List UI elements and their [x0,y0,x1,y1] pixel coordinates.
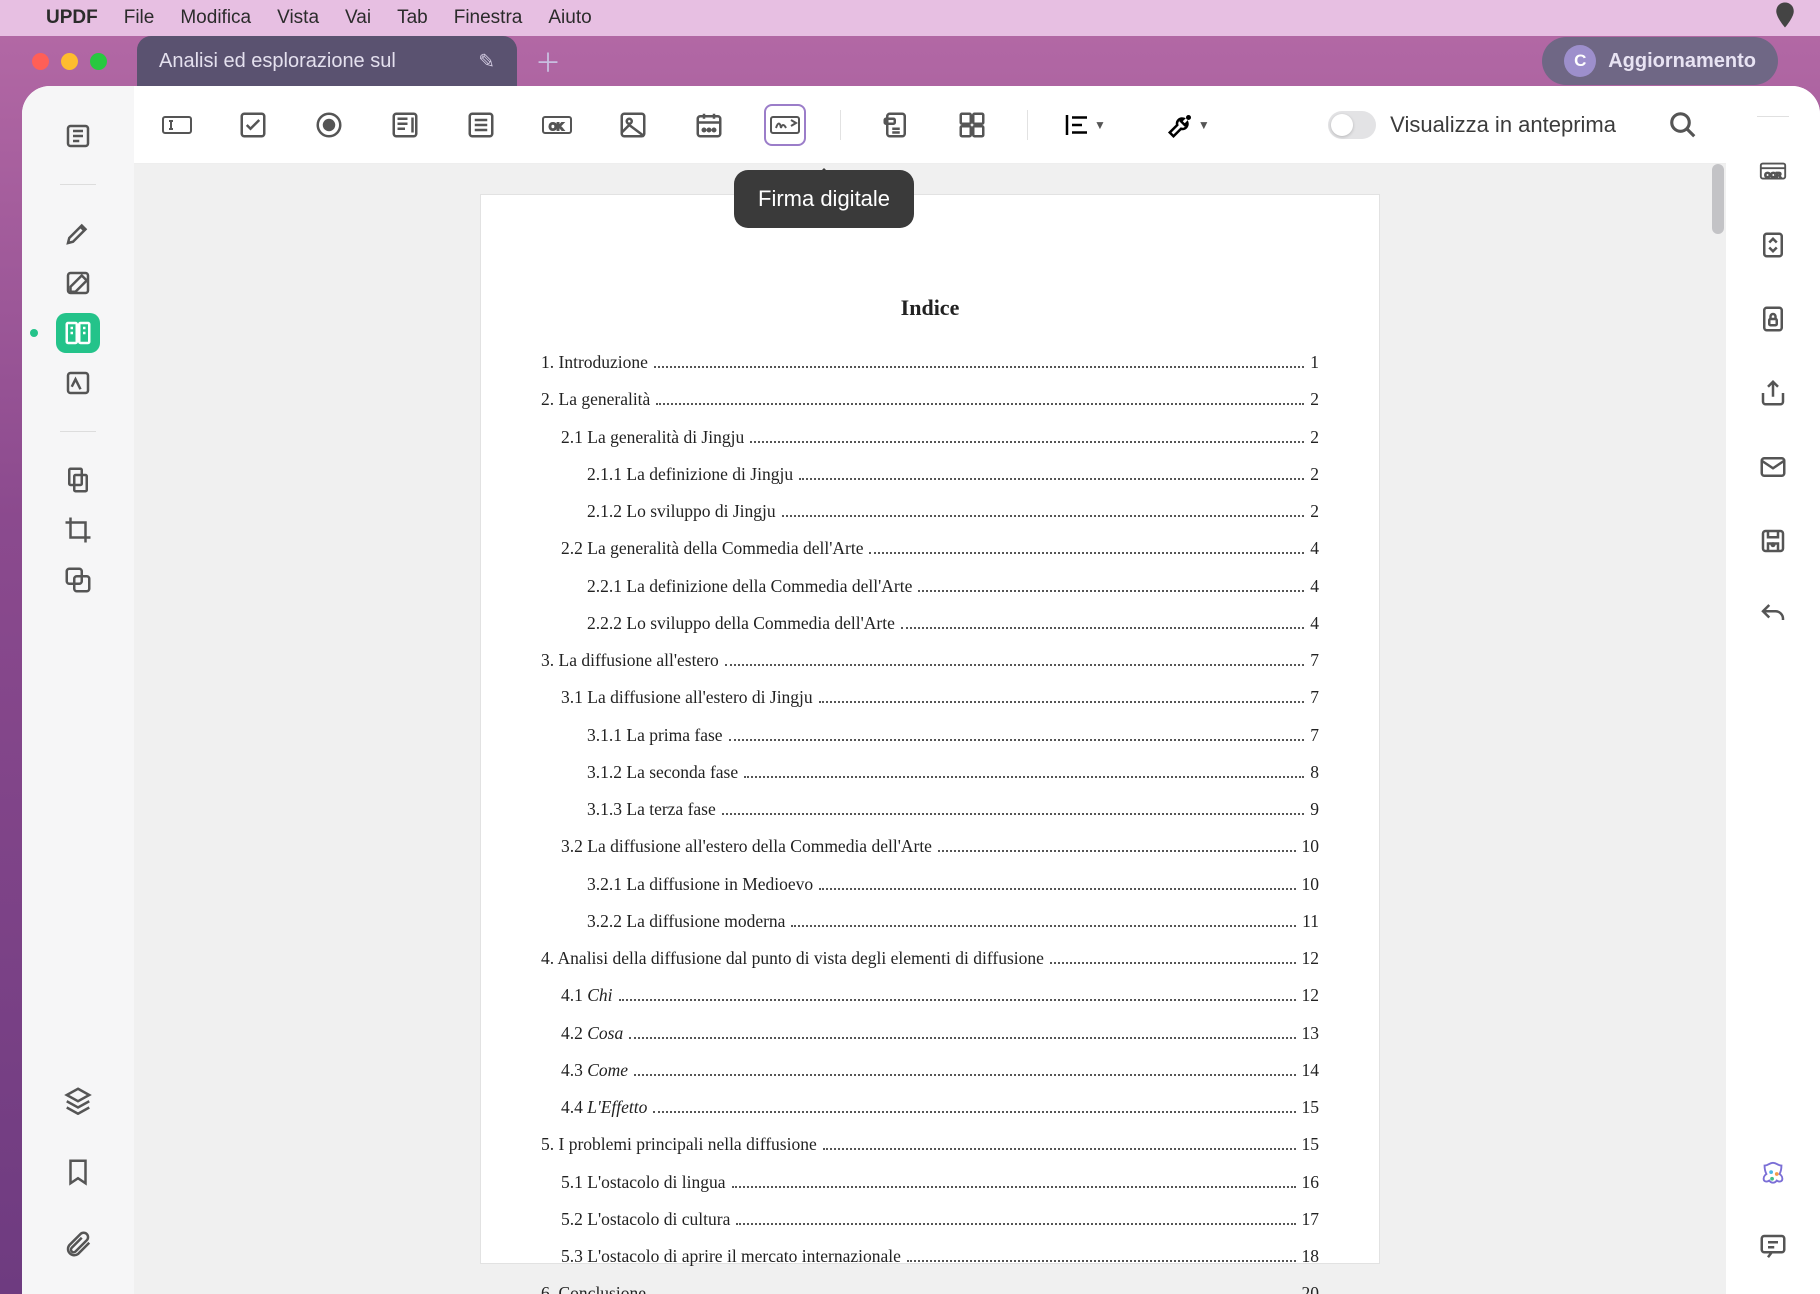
ai-assistant-button[interactable] [1751,1154,1795,1194]
fill-sign-button[interactable] [56,363,100,403]
scrollbar-thumb[interactable] [1712,164,1724,234]
attachment-button[interactable] [56,1224,100,1264]
tooltip: Firma digitale [734,170,914,228]
undo-button[interactable] [1751,595,1795,635]
image-field-button[interactable] [612,104,654,146]
user-avatar: C [1564,45,1596,77]
preview-toggle-label: Visualizza in anteprima [1390,112,1616,138]
page-title: Indice [541,295,1319,321]
share-button[interactable] [1751,373,1795,413]
main-window: OK ▼ ▼ [22,86,1820,1294]
digital-signature-button[interactable] [764,104,806,146]
rename-tab-icon[interactable]: ✎ [478,49,495,74]
ocr-button[interactable]: OCR [1751,151,1795,191]
reader-mode-button[interactable] [56,116,100,156]
right-sidebar: OCR [1726,86,1820,1294]
close-window-button[interactable] [32,53,49,70]
menu-tab[interactable]: Tab [397,7,428,29]
edit-text-button[interactable] [56,263,100,303]
svg-text:OK: OK [549,122,564,133]
toc-entry: 3.1 La diffusione all'estero di Jingju7 [541,684,1319,710]
crop-button[interactable] [56,510,100,550]
toc-entry: 4.4 L'Effetto15 [541,1094,1319,1120]
form-recognition-button[interactable] [875,104,917,146]
menu-file[interactable]: File [124,7,155,29]
toc-entry: 5. I problemi principali nella diffusion… [541,1131,1319,1157]
svg-text:OCR: OCR [1765,171,1782,180]
toc-entry: 4. Analisi della diffusione dal punto di… [541,945,1319,971]
toc-entry: 6. Conclusione20 [541,1280,1319,1294]
new-tab-button[interactable]: ＋ [535,43,561,80]
align-dropdown[interactable]: ▼ [1062,110,1106,140]
tab-bar: Analisi ed esplorazione sul ✎ ＋ C Aggior… [20,36,1820,86]
tools-dropdown[interactable]: ▼ [1166,110,1210,140]
toc-entry: 2.1.2 Lo sviluppo di Jingju2 [541,498,1319,524]
date-field-button[interactable] [688,104,730,146]
dropdown-button[interactable] [384,104,426,146]
text-field-button[interactable] [156,104,198,146]
minimize-window-button[interactable] [61,53,78,70]
convert-button[interactable] [1751,225,1795,265]
tab-title: Analisi ed esplorazione sul [159,50,460,73]
protect-button[interactable] [1751,299,1795,339]
chevron-down-icon: ▼ [1094,118,1106,132]
toc-entry: 4.3 Come14 [541,1057,1319,1083]
account-button[interactable]: C Aggiornamento [1542,37,1778,85]
content-area: OK ▼ ▼ [134,86,1726,1294]
radio-button[interactable] [308,104,350,146]
list-box-button[interactable] [460,104,502,146]
toc-entry: 2. La generalità2 [541,386,1319,412]
toc-entry: 5.1 L'ostacolo di lingua16 [541,1169,1319,1195]
toc-entry: 3.2 La diffusione all'estero della Comme… [541,833,1319,859]
toc-entry: 2.1.1 La definizione di Jingju2 [541,461,1319,487]
macos-menubar: UPDF File Modifica Vista Vai Tab Finestr… [0,0,1820,36]
organize-pages-button[interactable] [56,460,100,500]
window-controls [32,53,107,70]
menu-vai[interactable]: Vai [345,7,371,29]
toc-entry: 1. Introduzione1 [541,349,1319,375]
account-label: Aggiornamento [1608,50,1756,73]
toc-entry: 5.2 L'ostacolo di cultura17 [541,1206,1319,1232]
document-viewport[interactable]: Indice 1. Introduzione1 2. La generalità2… [134,164,1726,1294]
pdf-page: Indice 1. Introduzione1 2. La generalità2… [480,194,1380,1264]
toc-entry: 3.1.3 La terza fase9 [541,796,1319,822]
app-name[interactable]: UPDF [46,7,98,29]
menu-aiuto[interactable]: Aiuto [548,7,591,29]
toc-entry: 4.2 Cosa13 [541,1020,1319,1046]
chevron-down-icon: ▼ [1198,118,1210,132]
toc-entry: 2.2.1 La definizione della Commedia dell… [541,573,1319,599]
checkbox-button[interactable] [232,104,274,146]
search-button[interactable] [1662,104,1704,146]
toc-entry: 2.1 La generalità di Jingju2 [541,424,1319,450]
toc-entry: 5.3 L'ostacolo di aprire il mercato inte… [541,1243,1319,1269]
email-button[interactable] [1751,447,1795,487]
menu-finestra[interactable]: Finestra [454,7,523,29]
toc-entry: 3.1.2 La seconda fase8 [541,759,1319,785]
toc-entry: 2.2 La generalità della Commedia dell'Ar… [541,535,1319,561]
bookmark-button[interactable] [56,1152,100,1192]
status-icon[interactable] [1770,0,1800,36]
compare-button[interactable] [56,560,100,600]
menu-vista[interactable]: Vista [277,7,319,29]
ok-button-field[interactable]: OK [536,104,578,146]
toc-entry: 4.1 Chi12 [541,982,1319,1008]
comment-button[interactable] [1751,1226,1795,1266]
preview-toggle[interactable] [1328,111,1376,139]
highlighter-button[interactable] [56,213,100,253]
grid-view-button[interactable] [951,104,993,146]
document-tab[interactable]: Analisi ed esplorazione sul ✎ [137,36,517,86]
fullscreen-window-button[interactable] [90,53,107,70]
toc-entry: 3.2.2 La diffusione moderna11 [541,908,1319,934]
layers-button[interactable] [56,1080,100,1120]
toc-entry: 3.1.1 La prima fase7 [541,722,1319,748]
toc-entry: 3. La diffusione all'estero7 [541,647,1319,673]
left-sidebar [22,86,134,1294]
save-button[interactable] [1751,521,1795,561]
toc-entry: 3.2.1 La diffusione in Medioevo10 [541,871,1319,897]
form-mode-button[interactable] [56,313,100,353]
toc-entry: 2.2.2 Lo sviluppo della Commedia dell'Ar… [541,610,1319,636]
menu-modifica[interactable]: Modifica [180,7,251,29]
form-toolbar: OK ▼ ▼ [134,86,1726,164]
